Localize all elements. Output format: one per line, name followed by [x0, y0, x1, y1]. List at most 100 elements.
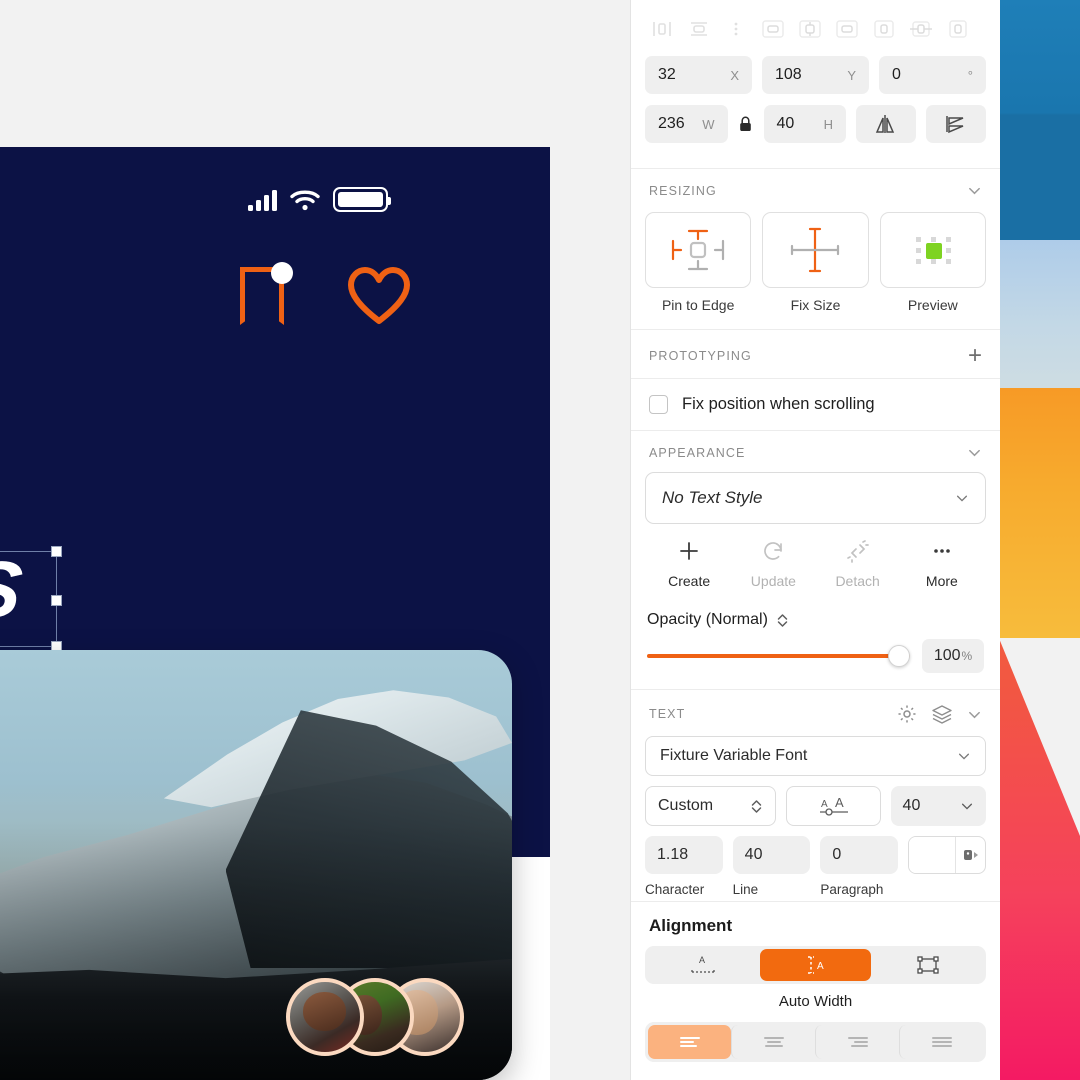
x-input[interactable]: 32 X	[645, 56, 752, 94]
heart-icon[interactable]	[348, 267, 410, 325]
distribute-vertical-icon[interactable]	[904, 14, 938, 44]
align-text-justify-icon[interactable]	[899, 1025, 983, 1059]
paragraph-spacing-value: 0	[832, 846, 842, 863]
resizing-tile-pin-to-edge[interactable]: Pin to Edge	[645, 212, 752, 313]
text-style-select[interactable]: No Text Style	[645, 472, 986, 524]
font-style-row: Custom A A 40	[631, 786, 1000, 836]
chevron-down-icon[interactable]	[967, 707, 982, 722]
avatar[interactable]	[286, 978, 364, 1056]
font-family-select[interactable]: Fixture Variable Font	[645, 736, 986, 776]
lock-icon[interactable]	[738, 116, 754, 132]
height-unit: H	[823, 116, 833, 132]
ellipsis-icon	[900, 538, 984, 564]
character-label: Character	[645, 882, 705, 897]
layers-icon[interactable]	[931, 704, 953, 724]
wifi-icon	[290, 190, 320, 210]
text-style-value: No Text Style	[662, 488, 763, 507]
create-style-button[interactable]: Create	[647, 538, 731, 589]
font-size-select[interactable]: 40	[890, 786, 986, 826]
character-spacing-input[interactable]: 1.18	[645, 836, 723, 874]
auto-height-icon[interactable]: A	[648, 949, 758, 981]
width-input[interactable]: 236 W	[645, 105, 728, 143]
wallpaper-band-orange	[1000, 388, 1080, 638]
text-color-cell	[908, 836, 987, 897]
resizing-tile-label: Pin to Edge	[661, 297, 735, 313]
align-toolbar	[631, 0, 1000, 56]
update-style-button[interactable]: Update	[731, 538, 815, 589]
selection-handle-top[interactable]	[51, 546, 62, 557]
variable-font-icon: A A	[819, 795, 848, 816]
plus-icon[interactable]: +	[968, 344, 982, 368]
align-left-icon[interactable]	[645, 14, 679, 44]
alignment-section: Alignment A A Auto Width	[631, 902, 1000, 1062]
trip-photo-card[interactable]: the s land	[0, 650, 512, 1080]
height-input[interactable]: 40 H	[763, 105, 846, 143]
line-height-cell: 40 Line	[732, 836, 811, 897]
font-weight-select[interactable]: Custom	[645, 786, 777, 826]
update-style-label: Update	[750, 573, 796, 589]
opacity-value: 100	[933, 647, 961, 664]
chevron-down-icon[interactable]	[967, 445, 982, 460]
font-weight-value: Custom	[658, 797, 714, 814]
fix-position-checkbox[interactable]	[649, 395, 668, 414]
text-behaviour-segmented: A A	[645, 946, 986, 984]
resizing-tile-fix-size[interactable]: Fix Size	[762, 212, 869, 313]
detach-icon	[816, 538, 900, 564]
opacity-label-row[interactable]: Opacity (Normal)	[647, 611, 984, 629]
paragraph-spacing-input[interactable]: 0	[820, 836, 899, 874]
align-top-icon[interactable]	[756, 14, 790, 44]
status-bar	[248, 187, 391, 212]
opacity-value-input[interactable]: 100 %	[922, 639, 984, 673]
distribute-horizontal-icon[interactable]	[867, 14, 901, 44]
stepper-icon	[752, 799, 762, 813]
align-center-horizontal-icon[interactable]	[682, 14, 716, 44]
text-color-swatch[interactable]	[908, 836, 987, 874]
fix-position-row[interactable]: Fix position when scrolling	[631, 379, 1000, 430]
appearance-section: APPEARANCE No Text Style Create Update D…	[631, 431, 1000, 601]
line-height-value: 40	[744, 846, 763, 863]
distribute-spacing-icon[interactable]	[941, 14, 975, 44]
avatar-group[interactable]	[286, 978, 464, 1056]
plus-icon	[647, 538, 731, 564]
signal-bars-icon	[248, 189, 277, 211]
line-height-input[interactable]: 40	[732, 836, 811, 874]
color-picker-icon[interactable]	[955, 837, 985, 873]
rotation-input[interactable]: 0 °	[879, 56, 986, 94]
gear-icon[interactable]	[897, 704, 917, 724]
opacity-slider[interactable]	[647, 645, 910, 667]
fixed-size-icon[interactable]	[873, 949, 983, 981]
text-title: TEXT	[649, 707, 686, 721]
flip-horizontal-button[interactable]	[856, 105, 916, 143]
svg-text:A: A	[821, 799, 828, 810]
resizing-tiles: Pin to Edge Fix Size Preview	[631, 208, 1000, 329]
fix-position-label: Fix position when scrolling	[682, 395, 875, 413]
align-bottom-icon[interactable]	[830, 14, 864, 44]
detach-style-button[interactable]: Detach	[816, 538, 900, 589]
auto-width-icon[interactable]: A	[760, 949, 871, 981]
prototyping-title: PROTOTYPING	[649, 349, 752, 363]
x-unit: X	[730, 67, 739, 83]
prototyping-section: Fix position when scrolling	[631, 379, 1000, 431]
artboard-title-text[interactable]: TRIPS	[0, 545, 25, 634]
resizing-tile-preview[interactable]: Preview	[879, 212, 986, 313]
opacity-section: Opacity (Normal) 100 %	[631, 601, 1000, 690]
stepper-icon[interactable]	[776, 612, 789, 629]
opacity-unit: %	[961, 649, 973, 663]
align-text-center-icon[interactable]	[731, 1025, 815, 1059]
y-value: 108	[775, 66, 802, 83]
distribute-icon[interactable]	[719, 14, 753, 44]
align-text-right-icon[interactable]	[815, 1025, 899, 1059]
y-input[interactable]: 108 Y	[762, 56, 869, 94]
text-section: TEXT Fixture Variable Font Custom A A 40…	[631, 690, 1000, 902]
align-text-left-icon[interactable]	[648, 1025, 731, 1059]
bookmark-icon[interactable]	[240, 262, 293, 329]
more-style-button[interactable]: More	[900, 538, 984, 589]
width-unit: W	[702, 116, 715, 132]
opacity-slider-knob[interactable]	[888, 645, 910, 667]
chevron-down-icon[interactable]	[967, 183, 982, 198]
flip-vertical-button[interactable]	[926, 105, 986, 143]
text-align-segmented	[645, 1022, 986, 1062]
selection-handle-middle[interactable]	[51, 595, 62, 606]
variable-font-axis-button[interactable]: A A	[786, 786, 881, 826]
align-middle-icon[interactable]	[793, 14, 827, 44]
